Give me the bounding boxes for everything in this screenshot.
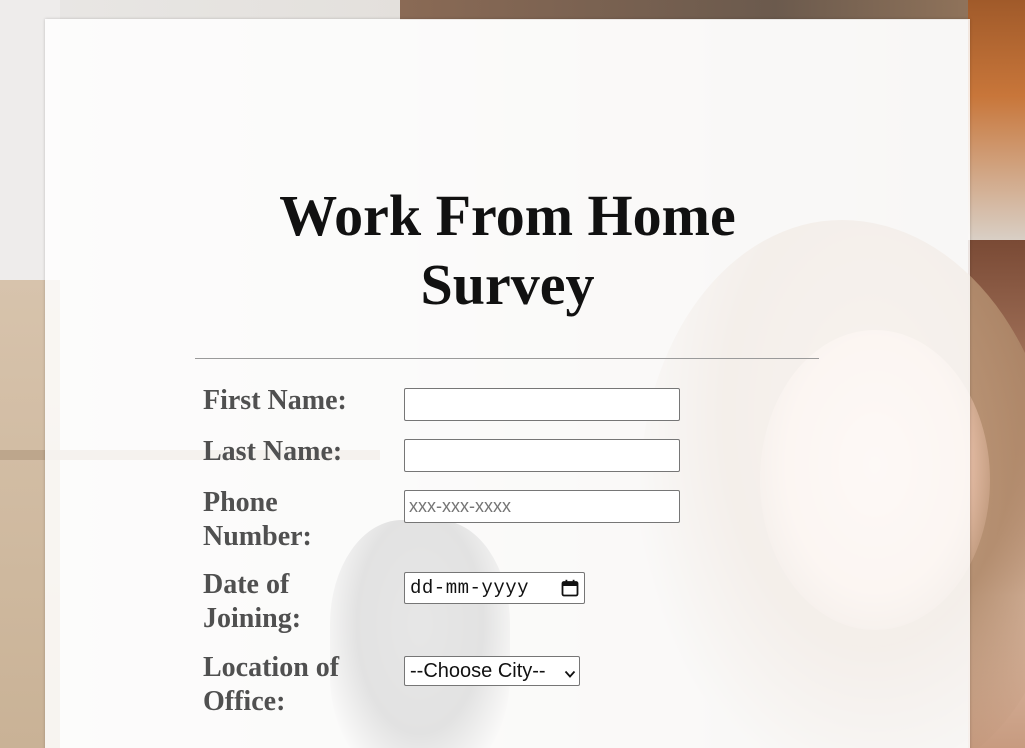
office-location-select[interactable]: --Choose City-- <box>404 656 580 686</box>
page-title-line-1: Work From Home <box>279 183 736 248</box>
phone-number-input[interactable] <box>404 490 680 523</box>
date-of-joining-label: Date of Joining: <box>203 569 302 634</box>
office-location-label: Location of Office: <box>203 652 340 717</box>
office-location-selected-value: --Choose City-- <box>410 659 546 682</box>
date-placeholder-text: dd-mm-yyyy <box>410 577 530 599</box>
survey-form-card: Work From Home Survey First Name: Last N… <box>45 19 970 748</box>
background-window <box>968 0 1025 240</box>
page-title-line-2: Survey <box>420 252 595 317</box>
last-name-input[interactable] <box>404 439 680 472</box>
background-beam <box>400 0 1025 20</box>
calendar-icon[interactable] <box>561 579 579 597</box>
page-title: Work From Home Survey <box>45 181 970 319</box>
date-of-joining-input[interactable]: dd-mm-yyyy <box>404 572 585 604</box>
first-name-input[interactable] <box>404 388 680 421</box>
chevron-down-icon <box>564 666 576 678</box>
phone-number-label: Phone Number: <box>203 487 312 552</box>
last-name-label: Last Name: <box>203 436 343 467</box>
first-name-label: First Name: <box>203 385 347 416</box>
title-divider <box>195 358 819 359</box>
